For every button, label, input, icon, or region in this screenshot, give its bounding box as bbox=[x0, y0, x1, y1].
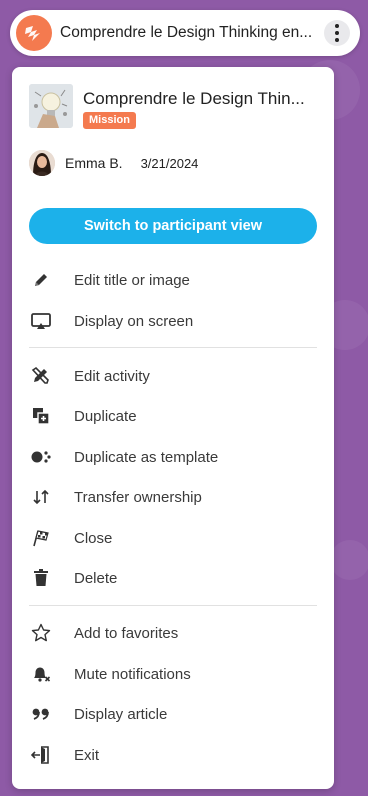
pencil-icon bbox=[29, 268, 53, 292]
avatar bbox=[29, 150, 55, 176]
menu-item-mute-notifications[interactable]: Mute notifications bbox=[29, 658, 319, 690]
quote-icon bbox=[29, 702, 53, 726]
author-name: Emma B. bbox=[65, 155, 123, 171]
menu-item-exit[interactable]: Exit bbox=[29, 739, 319, 771]
switch-participant-view-button[interactable]: Switch to participant view bbox=[29, 208, 317, 244]
activity-top-bar: Comprendre le Design Thinking en... bbox=[10, 10, 360, 56]
menu-item-transfer-ownership[interactable]: Transfer ownership bbox=[29, 481, 319, 513]
menu-item-label: Close bbox=[74, 529, 113, 547]
duplicate-icon bbox=[29, 404, 53, 428]
menu-item-duplicate-template[interactable]: Duplicate as template bbox=[29, 441, 319, 473]
menu-item-display-screen[interactable]: Display on screen bbox=[29, 305, 319, 337]
author-row: Emma B. 3/21/2024 bbox=[29, 149, 319, 177]
menu-item-label: Display article bbox=[74, 705, 168, 723]
bell-mute-icon bbox=[29, 662, 53, 686]
menu-divider bbox=[29, 605, 317, 606]
app-logo bbox=[16, 15, 52, 51]
menu-item-edit-activity[interactable]: Edit activity bbox=[29, 360, 319, 392]
menu-item-duplicate[interactable]: Duplicate bbox=[29, 400, 319, 432]
menu-item-label: Duplicate bbox=[74, 407, 137, 425]
menu-item-delete[interactable]: Delete bbox=[29, 562, 319, 594]
menu-item-display-article[interactable]: Display article bbox=[29, 698, 319, 730]
menu-item-close[interactable]: Close bbox=[29, 522, 319, 554]
menu-item-label: Delete bbox=[74, 569, 118, 587]
trash-icon bbox=[29, 566, 53, 590]
menu-item-edit-title[interactable]: Edit title or image bbox=[29, 264, 319, 296]
activity-type-badge: Mission bbox=[83, 112, 136, 129]
activity-header: Comprendre le Design Thin... Mission bbox=[29, 84, 325, 130]
cast-screen-icon bbox=[29, 309, 53, 333]
menu-item-label: Edit title or image bbox=[74, 271, 190, 289]
topbar-title: Comprendre le Design Thinking en... bbox=[60, 24, 313, 41]
menu-item-add-favorites[interactable]: Add to favorites bbox=[29, 617, 319, 649]
background-decoration bbox=[330, 540, 368, 580]
menu-item-label: Exit bbox=[74, 746, 100, 764]
menu-item-label: Add to favorites bbox=[74, 624, 179, 642]
activity-date: 3/21/2024 bbox=[140, 155, 199, 171]
menu-item-label: Transfer ownership bbox=[74, 488, 202, 506]
activity-title: Comprendre le Design Thin... bbox=[83, 89, 305, 108]
transfer-arrows-icon bbox=[29, 485, 53, 509]
activity-thumbnail bbox=[29, 84, 73, 128]
menu-item-label: Display on screen bbox=[74, 312, 194, 330]
bolt-logo-icon bbox=[25, 26, 40, 41]
menu-item-label: Mute notifications bbox=[74, 665, 191, 683]
menu-item-label: Duplicate as template bbox=[74, 448, 219, 466]
menu-item-label: Edit activity bbox=[74, 367, 150, 385]
menu-divider bbox=[29, 347, 317, 348]
exit-door-icon bbox=[29, 743, 53, 767]
more-options-button[interactable] bbox=[324, 20, 350, 46]
star-icon bbox=[29, 621, 53, 645]
edit-tools-icon bbox=[29, 364, 53, 388]
template-icon bbox=[29, 445, 53, 469]
finish-flag-icon bbox=[29, 526, 53, 550]
activity-menu: Comprendre le Design Thin... Mission Emm… bbox=[12, 67, 334, 789]
